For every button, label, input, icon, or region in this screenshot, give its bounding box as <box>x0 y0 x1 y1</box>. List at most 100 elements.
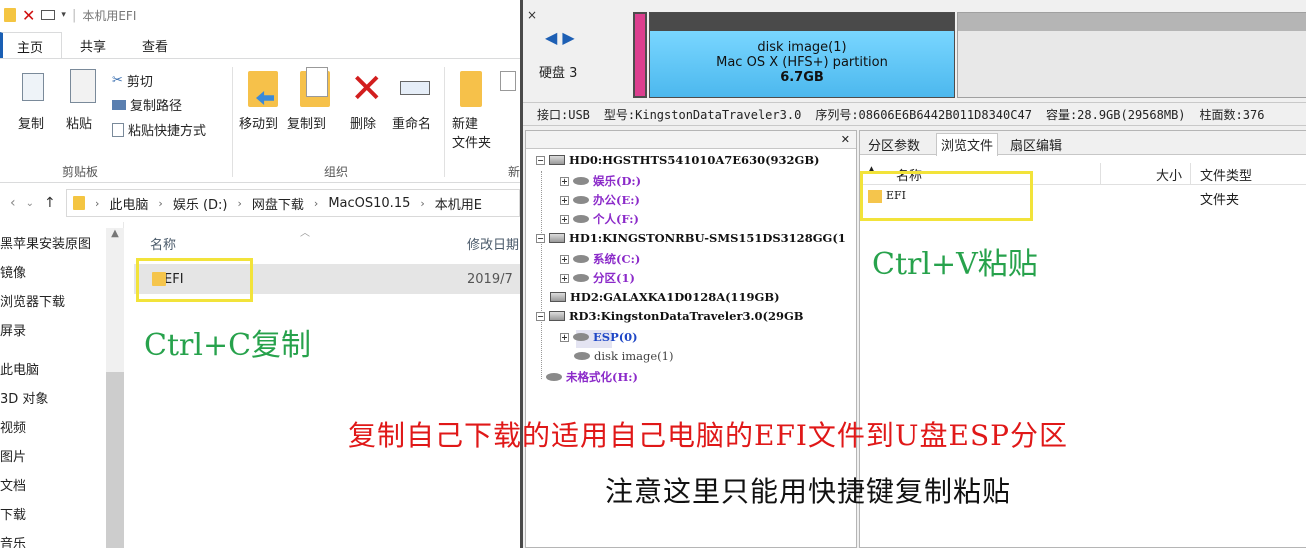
expand-icon[interactable]: + <box>560 273 569 283</box>
tree-item-volume[interactable]: disk image(1) <box>574 349 673 363</box>
expand-icon[interactable]: + <box>560 254 569 264</box>
tree-item-volume[interactable]: + 系统(C:) <box>560 251 640 267</box>
ribbon-tabs: 主页 共享 查看 <box>0 32 186 58</box>
cut-button[interactable]: ✂ 剪切 <box>112 71 153 90</box>
paste-button[interactable]: 粘贴 <box>66 113 92 132</box>
partition-name: disk image(1) <box>757 40 847 55</box>
paste-shortcut-label: 粘贴快捷方式 <box>128 124 207 139</box>
nav-item[interactable]: 此电脑 <box>0 359 39 378</box>
quick-access-dropdown-icon[interactable]: ▾ <box>61 10 66 20</box>
tab-browse-files[interactable]: 浏览文件 <box>936 133 999 156</box>
column-header-type[interactable]: 文件类型 <box>1200 165 1252 184</box>
tree-item-label: 个人(F:) <box>593 212 639 226</box>
tab-partition-params[interactable]: 分区参数 <box>868 135 920 154</box>
breadcrumb-macos[interactable]: MacOS10.15 <box>328 196 410 211</box>
partition-size: 6.7GB <box>780 70 824 85</box>
address-box[interactable]: › 此电脑 › 娱乐 (D:) › 网盘下载 › MacOS10.15 › 本机… <box>66 189 520 217</box>
tree-item-volume[interactable]: + 办公(E:) <box>560 192 640 208</box>
chevron-right-icon: › <box>158 196 163 210</box>
partition-free-block[interactable] <box>957 12 1306 98</box>
nav-item[interactable]: 3D 对象 <box>0 388 48 407</box>
navigation-pane: 黑苹果安装原图 镜像 浏览器下载 屏录 此电脑 3D 对象 视频 图片 文档 下… <box>0 222 124 548</box>
tree-item-volume[interactable]: + 个人(F:) <box>560 211 639 227</box>
tree-item-volume[interactable]: 未格式化(H:) <box>546 369 638 385</box>
column-header-name[interactable]: 名称 <box>150 234 176 253</box>
breadcrumb-drive-d[interactable]: 娱乐 (D:) <box>173 194 228 213</box>
hard-disk-icon <box>550 292 566 302</box>
breadcrumb-current[interactable]: 本机用E <box>435 194 482 213</box>
nav-item[interactable]: 视频 <box>0 417 26 436</box>
rename-button[interactable]: 重命名 <box>392 113 431 132</box>
breadcrumb-downloads[interactable]: 网盘下载 <box>252 194 304 213</box>
nav-item[interactable]: 浏览器下载 <box>0 291 65 310</box>
breadcrumb-this-pc[interactable]: 此电脑 <box>109 194 148 213</box>
scroll-up-icon[interactable]: ▲ <box>106 228 124 242</box>
tab-view[interactable]: 查看 <box>124 32 186 58</box>
expand-icon[interactable]: + <box>560 195 569 205</box>
partition-esp-block[interactable] <box>633 12 647 98</box>
ctrl-c-note: Ctrl+C复制 <box>144 328 312 363</box>
copy-path-label: 复制路径 <box>130 99 183 114</box>
expand-icon[interactable]: + <box>560 332 569 342</box>
tree-item-volume[interactable]: + 分区(1) <box>560 270 635 286</box>
nav-item[interactable]: 图片 <box>0 446 26 465</box>
volume-icon <box>573 177 589 185</box>
tree-item-disk[interactable]: HD2:GALAXKA1D0128A(119GB) <box>550 290 780 304</box>
tree-header: ✕ <box>526 131 856 149</box>
nav-item[interactable]: 下载 <box>0 504 26 523</box>
tree-item-label: 系统(C:) <box>593 252 641 266</box>
properties-quick-icon[interactable] <box>41 10 56 20</box>
cut-label: 剪切 <box>126 75 153 90</box>
delete-quick-icon[interactable]: ✕ <box>22 6 35 25</box>
nav-item[interactable]: 镜像 <box>0 262 26 281</box>
copy-button[interactable]: 复制 <box>18 113 44 132</box>
column-divider <box>1190 163 1191 185</box>
collapse-icon[interactable]: − <box>536 233 545 243</box>
expand-icon[interactable]: + <box>560 214 569 224</box>
shortcut-icon <box>112 122 124 137</box>
disk-info-bar: 接口:USB 型号:KingstonDataTraveler3.0 序列号:08… <box>523 102 1306 126</box>
tab-sector-edit[interactable]: 扇区编辑 <box>1010 135 1062 154</box>
up-arrow-icon[interactable]: ↑ <box>44 195 56 211</box>
tree-item-volume[interactable]: + 娱乐(D:) <box>560 173 641 189</box>
collapse-icon[interactable]: − <box>536 311 545 321</box>
tree-item-label: HD0:HGSTHTS541010A7E630(932GB) <box>569 153 820 167</box>
recent-dropdown-icon[interactable]: ⌄ <box>26 198 34 209</box>
folder-icon <box>73 196 85 210</box>
disk-capacity: 容量:28.9GB(29568MB) <box>1045 107 1186 122</box>
copy-path-button[interactable]: 复制路径 <box>112 95 182 114</box>
expand-icon[interactable]: + <box>560 176 569 186</box>
tree-item-disk[interactable]: − HD0:HGSTHTS541010A7E630(932GB) <box>536 153 820 167</box>
tree-item-disk[interactable]: − RD3:KingstonDataTraveler3.0(29GB <box>536 309 804 323</box>
back-arrow-icon[interactable]: ‹ <box>10 195 16 211</box>
new-folder-label-line2: 文件夹 <box>452 136 492 151</box>
new-folder-button[interactable]: 新建 文件夹 <box>452 113 491 151</box>
nav-scrollbar-thumb[interactable] <box>106 372 124 548</box>
nav-item[interactable]: 音乐 <box>0 533 26 548</box>
column-header-modified[interactable]: 修改日期 <box>467 234 519 253</box>
close-icon[interactable]: × <box>527 8 537 22</box>
tree-item-label: HD2:GALAXKA1D0128A(119GB) <box>570 290 780 304</box>
file-list: ︿ 名称 修改日期 EFI 2019/7 <box>124 222 520 548</box>
paste-shortcut-button[interactable]: 粘贴快捷方式 <box>112 120 206 139</box>
tab-share[interactable]: 共享 <box>62 32 124 58</box>
nav-item[interactable]: 文档 <box>0 475 26 494</box>
file-browser-tabs: 分区参数 浏览文件 扇区编辑 <box>860 131 1306 156</box>
tree-item-label: RD3:KingstonDataTraveler3.0(29GB <box>569 309 804 323</box>
nav-item[interactable]: 黑苹果安装原图 <box>0 233 91 252</box>
delete-button[interactable]: 删除 <box>350 113 376 132</box>
copy-to-button[interactable]: 复制到 <box>287 113 326 132</box>
tree-item-esp[interactable]: + ESP(0) <box>560 330 638 344</box>
column-header-size[interactable]: 大小 <box>1156 165 1182 184</box>
nav-item[interactable]: 屏录 <box>0 320 26 339</box>
collapse-icon[interactable]: − <box>536 155 545 165</box>
tree-item-disk[interactable]: − HD1:KINGSTONRBU-SMS151DS3128GG(1 <box>536 231 846 245</box>
disk-nav-arrows-icon[interactable]: ◀ ▶ <box>545 28 575 47</box>
ribbon: 复制 粘贴 ✂ 剪切 复制路径 粘贴快捷方式 剪贴板 移动到 复制到 ✕ 删除 <box>0 58 520 183</box>
ctrl-v-note: Ctrl+V粘贴 <box>872 247 1038 282</box>
folder-icon <box>4 8 16 22</box>
move-to-button[interactable]: 移动到 <box>239 113 278 132</box>
tab-home[interactable]: 主页 <box>0 32 63 58</box>
explorer-title-bar: ✕ ▾ | 本机用EFI <box>0 0 520 30</box>
close-icon[interactable]: ✕ <box>841 133 850 146</box>
